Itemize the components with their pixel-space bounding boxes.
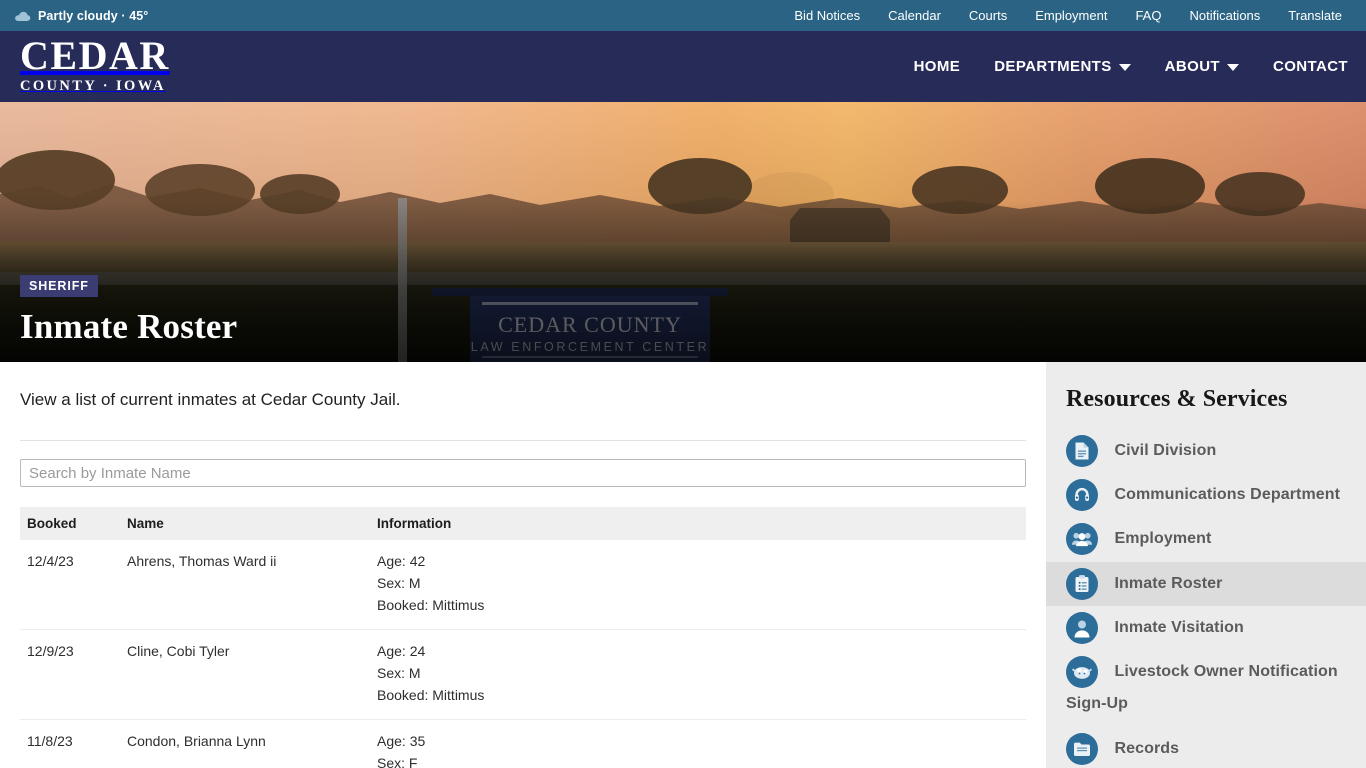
info-booked: Booked: Mittimus: [377, 597, 485, 613]
people-icon: [1066, 523, 1098, 556]
hero-banner: CEDAR COUNTY LAW ENFORCEMENT CENTER SHER…: [0, 102, 1366, 362]
divider: [20, 440, 1026, 441]
site-logo[interactable]: CEDAR COUNTY · IOWA: [20, 36, 170, 97]
nav-item-about[interactable]: ABOUT: [1148, 58, 1256, 75]
category-badge[interactable]: SHERIFF: [20, 274, 98, 297]
site-header: CEDAR COUNTY · IOWA HOME DEPARTMENTS ABO…: [0, 31, 1366, 102]
info-sex: Sex: M: [377, 575, 421, 591]
top-link-bid-notices[interactable]: Bid Notices: [780, 8, 874, 23]
clipboard-icon: [1066, 567, 1098, 600]
info-age: Age: 35: [377, 733, 426, 749]
sidebar-label: Inmate Visitation: [1114, 618, 1244, 636]
headset-icon: [1066, 479, 1098, 512]
logo-sub-text: COUNTY · IOWA: [20, 78, 166, 94]
sidebar-item-inmate-visitation[interactable]: Inmate Visitation: [1046, 606, 1366, 650]
sidebar-item-communications-department[interactable]: Communications Department: [1046, 473, 1366, 517]
table-row: 12/9/23 Cline, Cobi Tyler Age: 24 Sex: M…: [20, 629, 1026, 720]
table-header-row: Booked Name Information: [20, 507, 1026, 540]
cell-inmate-name: Cline, Cobi Tyler: [120, 629, 370, 720]
sidebar-label: Records: [1114, 739, 1180, 757]
inmate-roster-table: Booked Name Information 12/4/23 Ahrens, …: [20, 507, 1026, 768]
sidebar-label: Communications Department: [1114, 486, 1341, 504]
main-content: View a list of current inmates at Cedar …: [0, 362, 1046, 768]
sidebar-item-inmate-roster[interactable]: Inmate Roster: [1046, 561, 1366, 606]
hero-text-block: SHERIFF Inmate Roster: [20, 274, 238, 349]
logo-main-text: CEDAR: [20, 33, 170, 78]
cloud-icon: [15, 11, 31, 21]
cow-icon: [1066, 656, 1098, 689]
info-age: Age: 42: [377, 553, 426, 569]
column-header-name: Name: [120, 507, 370, 540]
cell-information: Age: 42 Sex: M Booked: Mittimus: [370, 540, 1026, 630]
nav-label-about: ABOUT: [1164, 58, 1220, 75]
top-link-faq[interactable]: FAQ: [1121, 8, 1175, 23]
info-age: Age: 24: [377, 643, 426, 659]
top-utility-bar: Partly cloudy · 45° Bid Notices Calendar…: [0, 0, 1366, 31]
nav-item-home[interactable]: HOME: [897, 58, 978, 75]
sidebar-label: Employment: [1114, 530, 1212, 548]
chevron-down-icon: [1118, 64, 1131, 71]
cell-booked-date: 12/4/23: [27, 553, 74, 569]
nav-label-contact: CONTACT: [1272, 58, 1348, 75]
sidebar-item-livestock-owner-notification-sign-up[interactable]: Livestock Owner Notification Sign-Up: [1046, 650, 1366, 726]
cell-booked-date: 11/8/23: [20, 719, 120, 768]
top-link-translate[interactable]: Translate: [1274, 8, 1352, 23]
table-row: 11/8/23 Condon, Brianna Lynn Age: 35 Sex…: [20, 719, 1026, 768]
cell-inmate-name: Ahrens, Thomas Ward ii: [127, 553, 277, 569]
info-sex: Sex: M: [377, 665, 421, 681]
table-row: 12/4/23 Ahrens, Thomas Ward ii Age: 42 S…: [20, 540, 1026, 630]
folder-icon: [1066, 732, 1098, 765]
top-link-courts[interactable]: Courts: [955, 8, 1021, 23]
page-title: Inmate Roster: [20, 307, 238, 346]
nav-item-departments[interactable]: DEPARTMENTS: [977, 58, 1147, 75]
nav-item-contact[interactable]: CONTACT: [1256, 58, 1348, 75]
top-link-employment[interactable]: Employment: [1021, 8, 1121, 23]
main-navigation: HOME DEPARTMENTS ABOUT CONTACT: [897, 58, 1348, 75]
document-icon: [1066, 435, 1098, 467]
intro-text: View a list of current inmates at Cedar …: [20, 390, 401, 409]
top-link-calendar[interactable]: Calendar: [874, 8, 955, 23]
column-header-booked: Booked: [20, 507, 120, 540]
sidebar-label: Livestock Owner Notification Sign-Up: [1066, 663, 1338, 713]
nav-label-home: HOME: [913, 58, 961, 75]
info-booked: Booked: Mittimus: [377, 687, 485, 703]
sidebar-label: Civil Division: [1114, 442, 1217, 459]
search-input[interactable]: [20, 459, 1026, 487]
top-link-notifications[interactable]: Notifications: [1175, 8, 1274, 23]
chevron-down-icon: [1226, 64, 1239, 71]
sidebar-item-employment[interactable]: Employment: [1046, 517, 1366, 561]
sidebar-item-civil-division[interactable]: Civil Division: [1046, 429, 1366, 473]
resources-sidebar: Resources & Services Civil Division Comm…: [1046, 362, 1366, 768]
column-header-information: Information: [370, 507, 1026, 540]
page-body: View a list of current inmates at Cedar …: [0, 362, 1366, 768]
cell-information: Age: 35 Sex: F Booked: Criminal charge B…: [370, 719, 1026, 768]
cell-inmate-name: Condon, Brianna Lynn: [120, 719, 370, 768]
person-icon: [1066, 611, 1098, 644]
weather-widget[interactable]: Partly cloudy · 45°: [14, 9, 148, 23]
sidebar-label: Inmate Roster: [1114, 574, 1223, 592]
nav-label-departments: DEPARTMENTS: [994, 58, 1112, 75]
info-sex: Sex: F: [377, 755, 418, 768]
sidebar-title: Resources & Services: [1066, 386, 1288, 412]
sidebar-item-records[interactable]: Records: [1046, 727, 1366, 768]
cell-information: Age: 24 Sex: M Booked: Mittimus: [370, 629, 1026, 720]
cell-booked-date: 12/9/23: [20, 629, 120, 720]
top-links: Bid Notices Calendar Courts Employment F…: [780, 8, 1352, 23]
weather-text: Partly cloudy · 45°: [38, 8, 149, 23]
